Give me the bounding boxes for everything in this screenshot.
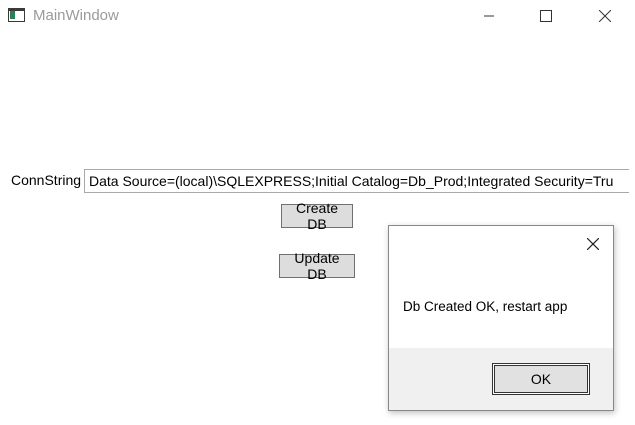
create-db-button[interactable]: Create DB [281, 200, 353, 232]
message-dialog: Db Created OK, restart app OK [388, 225, 614, 411]
update-db-button[interactable]: Update DB [279, 250, 355, 282]
app-window-icon [8, 8, 25, 22]
maximize-button[interactable] [523, 0, 569, 32]
dialog-footer: OK [389, 348, 613, 410]
close-icon [599, 10, 611, 22]
close-icon [587, 238, 599, 250]
title-bar[interactable]: MainWindow [0, 0, 635, 32]
window-close-button[interactable] [582, 0, 628, 32]
ok-button[interactable]: OK [492, 363, 590, 395]
maximize-icon [540, 10, 552, 22]
connstring-label: ConnString [11, 172, 82, 188]
window-title: MainWindow [33, 7, 119, 24]
dialog-close-button[interactable] [585, 236, 601, 252]
dialog-message: Db Created OK, restart app [403, 299, 568, 314]
minimize-button[interactable] [466, 0, 512, 32]
connstring-input[interactable]: Data Source=(local)\SQLEXPRESS;Initial C… [84, 169, 629, 193]
minimize-icon [484, 15, 494, 17]
